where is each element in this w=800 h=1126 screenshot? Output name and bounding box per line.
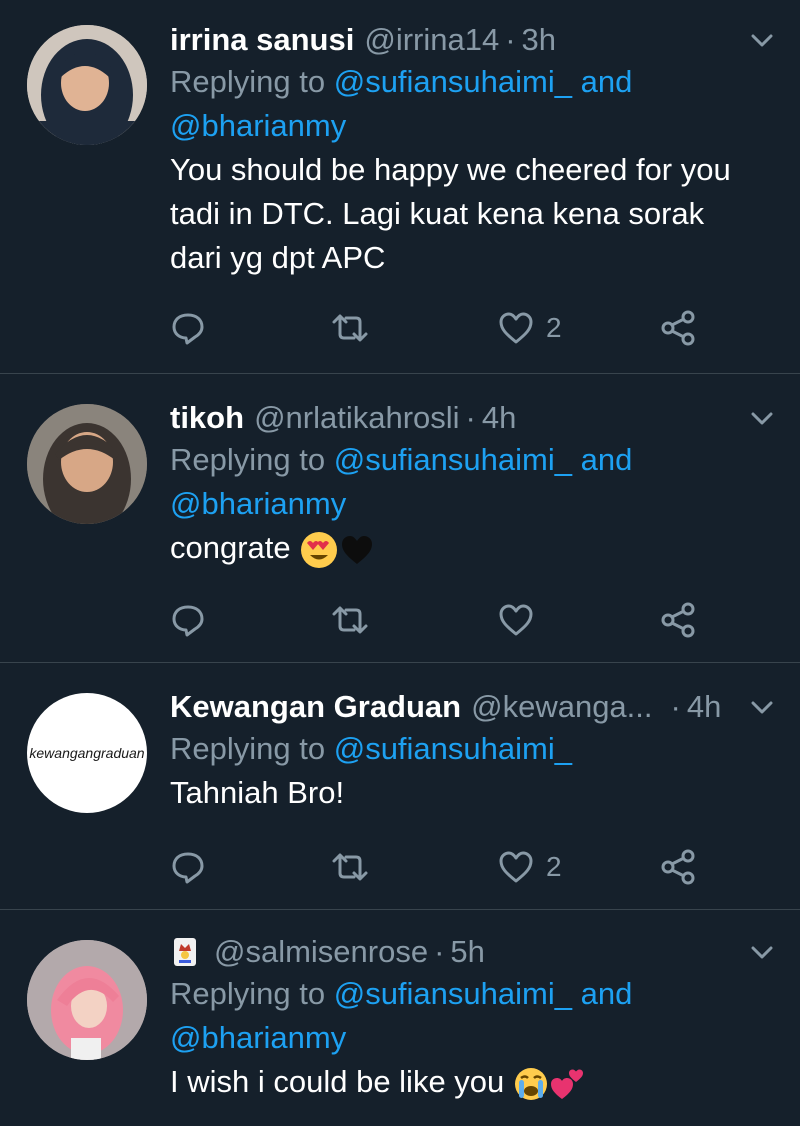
reply-mention-link[interactable]: @sufiansuhaimi_ and (334, 64, 633, 99)
reply-icon (172, 605, 204, 637)
like-button[interactable]: 2 (498, 308, 562, 348)
separator-dot: · (465, 400, 476, 435)
tweet-time[interactable]: 5h (450, 932, 484, 972)
avatar[interactable]: kewangangraduan (27, 693, 147, 813)
replying-to: Replying to @sufiansuhaimi_ (170, 727, 780, 771)
share-icon (661, 602, 695, 638)
reply-icon (172, 852, 204, 884)
avatar-photo (27, 940, 147, 1060)
replying-label: Replying to (170, 976, 334, 1011)
chevron-down-icon[interactable] (748, 938, 776, 966)
reply-mention-link[interactable]: @sufiansuhaimi_ and (334, 442, 633, 477)
tweet-text-line: Tahniah Bro! (170, 775, 345, 810)
replying-label: Replying to (170, 64, 334, 99)
reply-mention-link[interactable]: @sufiansuhaimi_ (334, 731, 572, 766)
share-icon (661, 849, 695, 885)
tweet-actions (170, 600, 780, 640)
replying-to: Replying to @sufiansuhaimi_ and (170, 438, 780, 482)
author-handle[interactable]: @salmisenrose (214, 932, 428, 972)
tweet-text-line: dari yg dpt APC (170, 240, 386, 275)
tweet[interactable]: kewangangraduan Kewangan Graduan @kewang… (0, 663, 800, 910)
separator-dot: · (434, 934, 445, 969)
retweet-icon (332, 606, 368, 634)
author-name[interactable]: Kewangan Graduan (170, 687, 461, 727)
like-count: 2 (546, 312, 562, 343)
reply-mention-link[interactable]: @bharianmy (170, 1020, 346, 1055)
tweet[interactable]: tikoh @nrlatikahrosli · 4h Replying to @… (0, 374, 800, 663)
tweet-text: I wish i could be like you (170, 1060, 780, 1104)
retweet-button[interactable] (330, 600, 370, 640)
chevron-down-icon[interactable] (748, 693, 776, 721)
retweet-button[interactable] (330, 847, 370, 887)
heart-icon (499, 604, 533, 636)
replying-label: Replying to (170, 442, 334, 477)
reply-mention-link[interactable]: @bharianmy (170, 486, 346, 521)
tweet-text: Tahniah Bro! (170, 771, 780, 815)
like-button[interactable] (498, 600, 546, 640)
avatar[interactable] (27, 25, 147, 145)
heart-eyes-emoji-icon (301, 531, 338, 568)
reply-button[interactable] (170, 600, 206, 640)
retweet-icon (332, 314, 368, 342)
avatar-photo (27, 404, 147, 524)
reply-icon (172, 313, 204, 345)
reply-mention-link[interactable]: @bharianmy (170, 108, 346, 143)
heart-icon (499, 851, 533, 883)
share-button[interactable] (660, 600, 696, 640)
heart-icon (499, 312, 533, 344)
two-hearts-emoji-icon (550, 1069, 583, 1099)
like-button[interactable]: 2 (498, 847, 562, 887)
retweet-icon (332, 853, 368, 881)
avatar-photo (27, 25, 147, 145)
tweet-text-line: You should be happy we cheered for you (170, 152, 731, 187)
tweet-actions: 2 (170, 308, 780, 348)
tweet-time[interactable]: 4h (687, 687, 721, 727)
retweet-button[interactable] (330, 308, 370, 348)
separator-dot: · (670, 689, 681, 724)
reply-mention-link[interactable]: @sufiansuhaimi_ and (334, 976, 633, 1011)
black-heart-emoji-icon (342, 535, 373, 564)
share-button[interactable] (660, 847, 696, 887)
replying-to: Replying to @sufiansuhaimi_ and (170, 972, 780, 1016)
separator-dot: · (505, 22, 516, 57)
tweet-text-line: tadi in DTC. Lagi kuat kena kena sorak (170, 196, 705, 231)
tweet-time[interactable]: 3h (522, 20, 556, 60)
tweet[interactable]: @salmisenrose · 5h Replying to @sufiansu… (0, 910, 800, 1126)
avatar-logo: kewangangraduan (29, 745, 144, 761)
avatar[interactable] (27, 404, 147, 524)
replying-to: Replying to @sufiansuhaimi_ and (170, 60, 780, 104)
author-name[interactable]: irrina sanusi (170, 20, 354, 60)
chevron-down-icon[interactable] (748, 26, 776, 54)
tweet-text-line: congrate (170, 530, 291, 565)
tweet[interactable]: irrina sanusi @irrina14 · 3h Replying to… (0, 0, 800, 374)
joker-card-icon (174, 938, 196, 966)
author-name[interactable]: tikoh (170, 398, 244, 438)
reply-button[interactable] (170, 847, 206, 887)
tweet-text: You should be happy we cheered for you t… (170, 148, 780, 280)
logo-text: kewangangraduan (29, 745, 145, 761)
like-count: 2 (546, 851, 562, 882)
chevron-down-icon[interactable] (748, 404, 776, 432)
author-handle[interactable]: @irrina14 (364, 20, 499, 60)
author-handle[interactable]: @kewanga... (471, 687, 652, 727)
replying-label: Replying to (170, 731, 334, 766)
avatar[interactable] (27, 940, 147, 1060)
tweet-text-line: I wish i could be like you (170, 1064, 505, 1099)
crying-face-emoji-icon (514, 1067, 547, 1100)
tweet-actions: 2 (170, 847, 780, 887)
share-icon (661, 310, 695, 346)
tweet-text: congrate (170, 526, 780, 570)
share-button[interactable] (660, 308, 696, 348)
author-handle[interactable]: @nrlatikahrosli (254, 398, 459, 438)
reply-button[interactable] (170, 308, 206, 348)
tweet-time[interactable]: 4h (482, 398, 516, 438)
